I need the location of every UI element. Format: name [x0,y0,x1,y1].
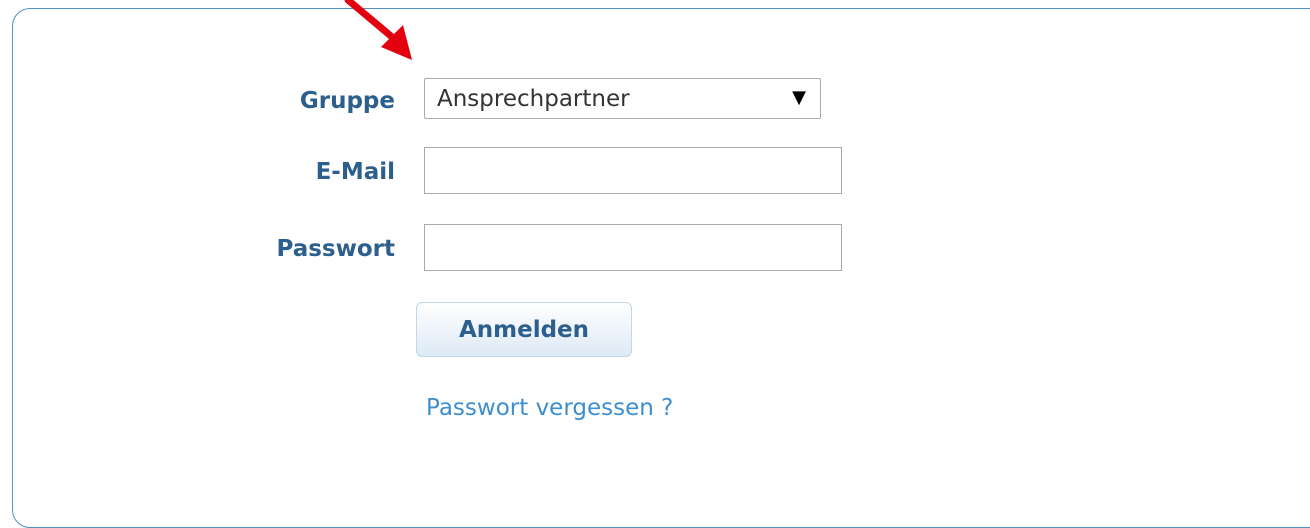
login-button[interactable]: Anmelden [416,302,632,357]
red-arrow-icon [344,0,412,60]
triangle-down-icon: ▼ [792,87,806,108]
password-field[interactable] [424,224,842,271]
group-select-value: Ansprechpartner [437,86,630,112]
email-field[interactable] [424,147,842,194]
forgot-password-link[interactable]: Passwort vergessen ? [426,392,673,424]
email-label: E-Mail [315,159,395,185]
password-label: Passwort [276,236,395,262]
group-label: Gruppe [299,88,395,114]
group-select[interactable]: Ansprechpartner ▼ [424,78,821,119]
